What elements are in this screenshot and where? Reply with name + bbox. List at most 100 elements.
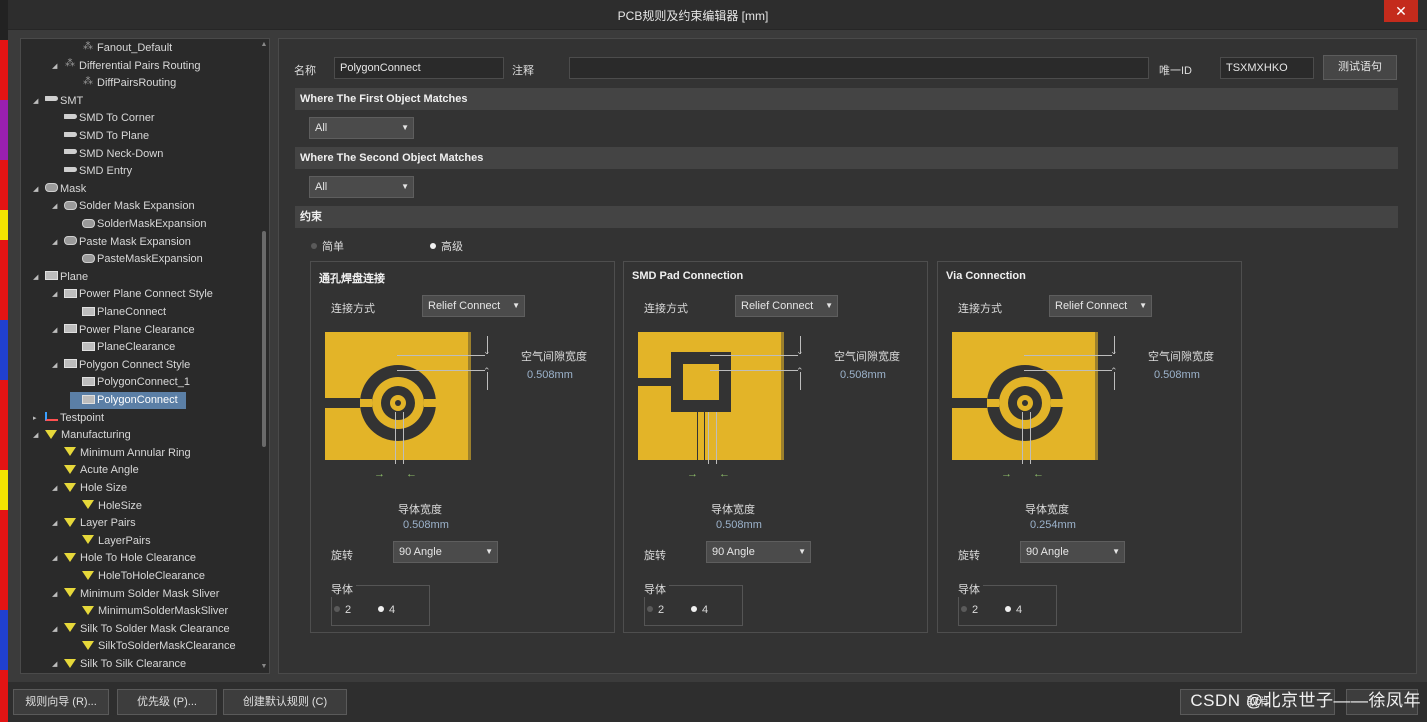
conductor-width-value: 0.254mm — [1030, 519, 1076, 531]
tree-item[interactable]: ◢ Paste Mask Expansion — [52, 234, 191, 251]
tree-item[interactable]: ◢ Solder Mask Expansion — [52, 198, 195, 215]
rotation-value: 90 Angle — [712, 546, 755, 558]
rule-comment-field[interactable] — [569, 57, 1149, 79]
tree-item-label: Minimum Annular Ring — [80, 446, 191, 459]
expand-toggle-icon[interactable]: ◢ — [52, 357, 64, 374]
smt-icon — [64, 131, 77, 137]
fanout-icon — [82, 73, 95, 90]
tree-item[interactable]: ◢ Manufacturing — [33, 427, 131, 444]
rotation-combo[interactable]: 90 Angle ▼ — [706, 541, 811, 563]
fanout-icon — [64, 55, 77, 72]
plane-icon — [64, 288, 77, 298]
second-object-combo[interactable]: All ▼ — [309, 176, 414, 198]
tree-item[interactable]: SMD To Corner — [52, 110, 155, 127]
tree-item[interactable]: ◢ Silk To Solder Mask Clearance — [52, 621, 230, 638]
close-button[interactable]: ✕ — [1384, 0, 1418, 22]
conductors-radio-4[interactable]: 4 — [1005, 604, 1022, 616]
tree-item[interactable]: HoleToHoleClearance — [70, 568, 205, 585]
comment-label: 注释 — [512, 65, 534, 77]
conductors-radio-2[interactable]: 2 — [647, 604, 664, 616]
expand-toggle-icon[interactable]: ◢ — [52, 480, 64, 497]
tree-item[interactable]: ◢ Minimum Solder Mask Sliver — [52, 586, 219, 603]
tree-item[interactable]: ◢ Hole To Hole Clearance — [52, 550, 196, 567]
rule-wizard-button[interactable]: 规则向导 (R)... — [13, 689, 109, 715]
expand-toggle-icon[interactable]: ◢ — [52, 656, 64, 673]
conductors-radio-2[interactable]: 2 — [334, 604, 351, 616]
rule-tree[interactable]: Fanout_Default ◢ Differential Pairs Routin… — [20, 38, 270, 674]
tree-item[interactable]: ▸ Testpoint — [33, 410, 104, 427]
rotation-combo[interactable]: 90 Angle ▼ — [1020, 541, 1125, 563]
conductor-width-value: 0.508mm — [716, 519, 762, 531]
tree-item[interactable]: PlaneClearance — [70, 339, 175, 356]
scroll-down-icon[interactable]: ▼ — [260, 663, 268, 671]
tree-scrollbar[interactable]: ▲ ▼ — [260, 39, 268, 673]
expand-toggle-icon[interactable]: ◢ — [52, 515, 64, 532]
tree-item-selected[interactable]: PolygonConnect — [70, 392, 186, 409]
expand-toggle-icon[interactable]: ◢ — [33, 181, 45, 198]
rotation-value: 90 Angle — [1026, 546, 1069, 558]
tree-item-label: PasteMaskExpansion — [97, 253, 203, 266]
rule-name-field[interactable]: PolygonConnect — [334, 57, 504, 79]
tree-item[interactable]: ◢ Polygon Connect Style — [52, 357, 190, 374]
tree-item[interactable]: ◢ Mask — [33, 181, 86, 198]
tree-item[interactable]: Fanout_Default — [70, 39, 172, 57]
tree-item[interactable]: ◢ Silk To Silk Clearance — [52, 656, 186, 673]
tree-item[interactable]: MinimumSolderMaskSliver — [70, 603, 228, 620]
tree-item-label: PlaneClearance — [97, 341, 176, 354]
advanced-mode-radio[interactable]: 高级 — [430, 238, 463, 254]
tree-item[interactable]: ◢ Differential Pairs Routing — [52, 55, 200, 75]
tree-item[interactable]: ◢ Layer Pairs — [52, 515, 136, 532]
expand-toggle-icon[interactable]: ▸ — [33, 410, 45, 427]
conductors-radio-4[interactable]: 4 — [691, 604, 708, 616]
tree-item[interactable]: ◢ Plane — [33, 269, 88, 286]
tree-item[interactable]: Minimum Annular Ring — [52, 445, 191, 462]
tree-item[interactable]: SMD Neck-Down — [52, 146, 163, 163]
expand-toggle-icon[interactable]: ◢ — [52, 234, 64, 251]
tree-item[interactable]: SMD To Plane — [52, 128, 149, 145]
expand-toggle-icon[interactable]: ◢ — [52, 58, 64, 75]
plane-icon — [82, 306, 95, 316]
tree-item[interactable]: HoleSize — [70, 498, 142, 515]
expand-toggle-icon[interactable]: ◢ — [52, 550, 64, 567]
expand-toggle-icon[interactable]: ◢ — [52, 322, 64, 339]
conductors-radio-4[interactable]: 4 — [378, 604, 395, 616]
expand-toggle-icon[interactable]: ◢ — [52, 198, 64, 215]
rotation-combo[interactable]: 90 Angle ▼ — [393, 541, 498, 563]
conductors-radio-2[interactable]: 2 — [961, 604, 978, 616]
priority-button[interactable]: 优先级 (P)... — [117, 689, 217, 715]
tree-item[interactable]: PlaneConnect — [70, 304, 166, 321]
tree-item[interactable]: ◢ SMT — [33, 93, 83, 110]
first-object-combo[interactable]: All ▼ — [309, 117, 414, 139]
connect-style-combo[interactable]: Relief Connect ▼ — [1049, 295, 1152, 317]
conductor-width-label: 导体宽度 — [1025, 504, 1069, 516]
card-title: Via Connection — [946, 270, 1026, 282]
uid-field[interactable]: TSXMXHKO — [1220, 57, 1314, 79]
tree-item[interactable]: SMD Entry — [52, 163, 132, 180]
expand-toggle-icon[interactable]: ◢ — [33, 269, 45, 286]
tree-item[interactable]: ◢ Power Plane Connect Style — [52, 286, 213, 303]
tree-item[interactable]: SolderMaskExpansion — [70, 216, 206, 233]
tree-item[interactable]: DiffPairsRouting — [70, 73, 176, 92]
test-query-button[interactable]: 测试语句 — [1323, 55, 1397, 80]
connect-style-combo[interactable]: Relief Connect ▼ — [735, 295, 838, 317]
scroll-up-icon[interactable]: ▲ — [260, 41, 268, 49]
expand-toggle-icon[interactable]: ◢ — [33, 427, 45, 444]
tree-item[interactable]: PolygonConnect_1 — [70, 374, 190, 391]
manufacturing-icon — [82, 605, 94, 615]
tree-item[interactable]: PasteMaskExpansion — [70, 251, 203, 268]
connect-style-combo[interactable]: Relief Connect ▼ — [422, 295, 525, 317]
create-default-rules-button[interactable]: 创建默认规则 (C) — [223, 689, 347, 715]
tree-item[interactable]: Acute Angle — [52, 462, 139, 479]
expand-toggle-icon[interactable]: ◢ — [33, 93, 45, 110]
expand-toggle-icon[interactable]: ◢ — [52, 621, 64, 638]
tree-item[interactable]: SilkToSolderMaskClearance — [70, 638, 236, 655]
conductors-option-label: 2 — [972, 604, 979, 616]
simple-mode-radio[interactable]: 简单 — [311, 238, 344, 254]
tree-item[interactable]: LayerPairs — [70, 533, 151, 550]
tree-scroll-thumb[interactable] — [262, 231, 266, 447]
first-object-combo-value: All — [315, 122, 328, 134]
tree-item[interactable]: ◢ Hole Size — [52, 480, 127, 497]
expand-toggle-icon[interactable]: ◢ — [52, 286, 64, 303]
tree-item[interactable]: ◢ Power Plane Clearance — [52, 322, 195, 339]
expand-toggle-icon[interactable]: ◢ — [52, 586, 64, 603]
